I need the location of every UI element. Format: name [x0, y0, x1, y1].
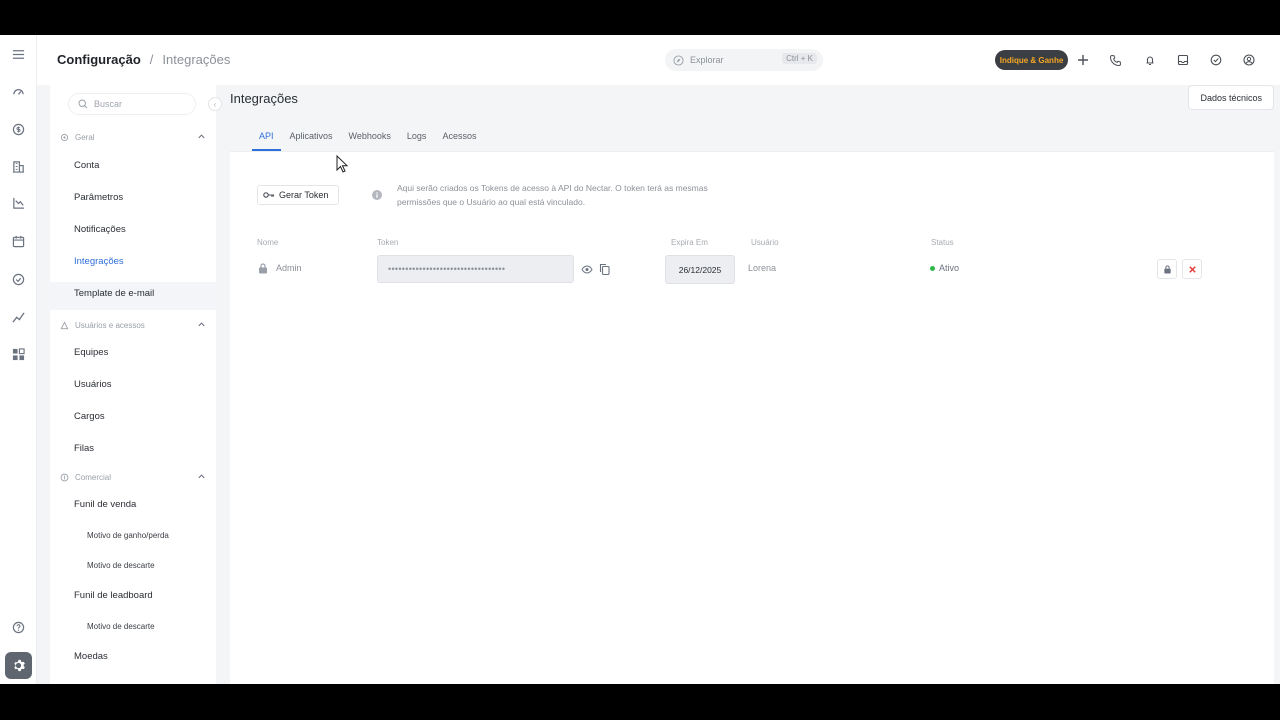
tab-acessos[interactable]: Acessos: [435, 125, 483, 151]
chart-icon[interactable]: [8, 193, 28, 213]
col-header-usuario: Usuário: [751, 238, 779, 247]
section-usuarios-label: Usuários e acessos: [75, 321, 145, 330]
section-comercial[interactable]: Comercial: [60, 473, 206, 482]
explore-search[interactable]: Explorar Ctrl + K: [665, 49, 823, 71]
gerar-token-button[interactable]: Gerar Token: [257, 185, 339, 205]
sidebar-item-motivo-ganho[interactable]: Motivo de ganho/perda: [87, 531, 169, 540]
tab-aplicativos[interactable]: Aplicativos: [283, 125, 340, 151]
app-window: Configuração / Integrações Explorar Ctrl…: [0, 35, 1280, 684]
api-panel: Gerar Token Aqui serão criados os Tokens…: [230, 151, 1274, 684]
calendar-icon[interactable]: [8, 231, 28, 251]
lock-token-button[interactable]: [1157, 259, 1177, 279]
lock-icon: [1163, 264, 1171, 274]
sidebar-item-conta[interactable]: Conta: [74, 160, 99, 171]
breadcrumb-current: Integrações: [162, 52, 231, 67]
sidebar-item-filas[interactable]: Filas: [74, 443, 94, 454]
section-geral[interactable]: Geral: [60, 133, 206, 142]
sidebar-item-motivo-descarte[interactable]: Motivo de descarte: [87, 561, 155, 570]
chevron-up-icon[interactable]: [197, 472, 206, 481]
col-header-status: Status: [931, 238, 954, 247]
explore-placeholder: Explorar: [690, 55, 724, 65]
expira-date-field[interactable]: 26/12/2025: [665, 255, 735, 284]
section-usuarios[interactable]: Usuários e acessos: [60, 321, 206, 330]
eye-icon[interactable]: [581, 265, 593, 274]
sidebar-item-parametros[interactable]: Parâmetros: [74, 192, 123, 203]
tab-logs[interactable]: Logs: [400, 125, 434, 151]
section-geral-label: Geral: [75, 133, 95, 142]
gerar-token-label: Gerar Token: [279, 190, 329, 200]
widgets-icon[interactable]: [8, 344, 28, 364]
sidebar-item-moedas[interactable]: Moedas: [74, 651, 108, 662]
shortcut-hint: Ctrl + K: [782, 53, 817, 64]
user-avatar-icon[interactable]: [1241, 52, 1257, 68]
info-text: Aqui serão criados os Tokens de acesso à…: [397, 183, 708, 207]
trend-icon[interactable]: [8, 307, 28, 327]
sidebar-item-funil-leadboard[interactable]: Funil de leadboard: [74, 590, 153, 601]
page-title: Integrações: [230, 91, 298, 106]
col-header-nome: Nome: [257, 238, 279, 247]
breadcrumb: Configuração / Integrações: [57, 52, 230, 67]
status-dot: [930, 265, 935, 271]
status-label: Ativo: [939, 263, 960, 273]
main-content: Integrações Dados técnicos API Aplicativ…: [230, 85, 1274, 684]
sidebar-item-usuarios[interactable]: Usuários: [74, 379, 112, 390]
collapse-sidebar-button[interactable]: ‹: [208, 97, 222, 111]
search-icon: [78, 99, 88, 109]
inbox-icon[interactable]: [1175, 52, 1191, 68]
gear-icon: [60, 133, 69, 142]
sidebar-item-template[interactable]: Template de e-mail: [74, 288, 154, 299]
task-check-icon[interactable]: [1208, 52, 1224, 68]
sidebar-item-notificacoes[interactable]: Notificações: [74, 224, 126, 235]
col-header-token: Token: [377, 238, 399, 247]
dados-tecnicos-button[interactable]: Dados técnicos: [1188, 85, 1274, 110]
tab-bar: API Aplicativos Webhooks Logs Acessos: [252, 125, 485, 151]
sidebar-item-equipes[interactable]: Equipes: [74, 347, 108, 358]
delete-token-button[interactable]: [1182, 259, 1202, 279]
lock-icon: [259, 263, 267, 274]
plus-icon[interactable]: [1075, 52, 1091, 68]
breadcrumb-separator: /: [149, 52, 154, 67]
sidebar-search-input[interactable]: Buscar: [68, 93, 196, 115]
token-row-user: Lorena: [748, 263, 777, 273]
phone-icon[interactable]: [1108, 52, 1124, 68]
token-row-name: Admin: [276, 263, 302, 273]
settings-icon[interactable]: [5, 652, 32, 679]
sidebar-item-integracoes[interactable]: Integrações: [74, 256, 124, 267]
chevron-up-icon[interactable]: [197, 320, 206, 329]
sidebar-item-motivo-descarte-leadboard[interactable]: Motivo de descarte: [87, 622, 155, 631]
bell-icon[interactable]: [1142, 52, 1158, 68]
help-icon[interactable]: [8, 617, 28, 637]
compass-icon: [673, 54, 684, 66]
indique-ganhe-button[interactable]: Indique & Ganhe: [995, 50, 1068, 70]
tab-api[interactable]: API: [252, 125, 281, 151]
status-badge: Ativo: [930, 263, 959, 273]
user-triangle-icon: [60, 321, 69, 330]
copy-icon[interactable]: [599, 263, 610, 275]
menu-icon[interactable]: [8, 44, 28, 64]
close-icon: [1188, 265, 1196, 273]
mouse-cursor-icon: [336, 155, 348, 173]
token-value-field[interactable]: ••••••••••••••••••••••••••••••••••: [377, 255, 574, 283]
chevron-up-icon[interactable]: [197, 132, 206, 141]
sidebar-item-cargos[interactable]: Cargos: [74, 411, 105, 422]
settings-sidebar: Buscar ‹ Geral Conta Parâmetros Notifica…: [50, 85, 222, 684]
col-header-expira: Expira Em: [671, 238, 708, 247]
money-icon: [60, 473, 69, 482]
info-icon: [372, 190, 382, 200]
dashboard-icon[interactable]: [8, 81, 28, 101]
section-comercial-label: Comercial: [75, 473, 112, 482]
tab-webhooks[interactable]: Webhooks: [342, 125, 398, 151]
check-circle-icon[interactable]: [8, 269, 28, 289]
top-bar: Configuração / Integrações Explorar Ctrl…: [37, 35, 1280, 85]
sidebar-search-placeholder: Buscar: [94, 99, 123, 109]
building-icon[interactable]: [8, 156, 28, 176]
sidebar-item-funil-venda[interactable]: Funil de venda: [74, 499, 136, 510]
key-icon: [263, 192, 275, 198]
icon-rail: [0, 35, 37, 684]
money-icon[interactable]: [8, 119, 28, 139]
breadcrumb-parent[interactable]: Configuração: [57, 52, 141, 67]
